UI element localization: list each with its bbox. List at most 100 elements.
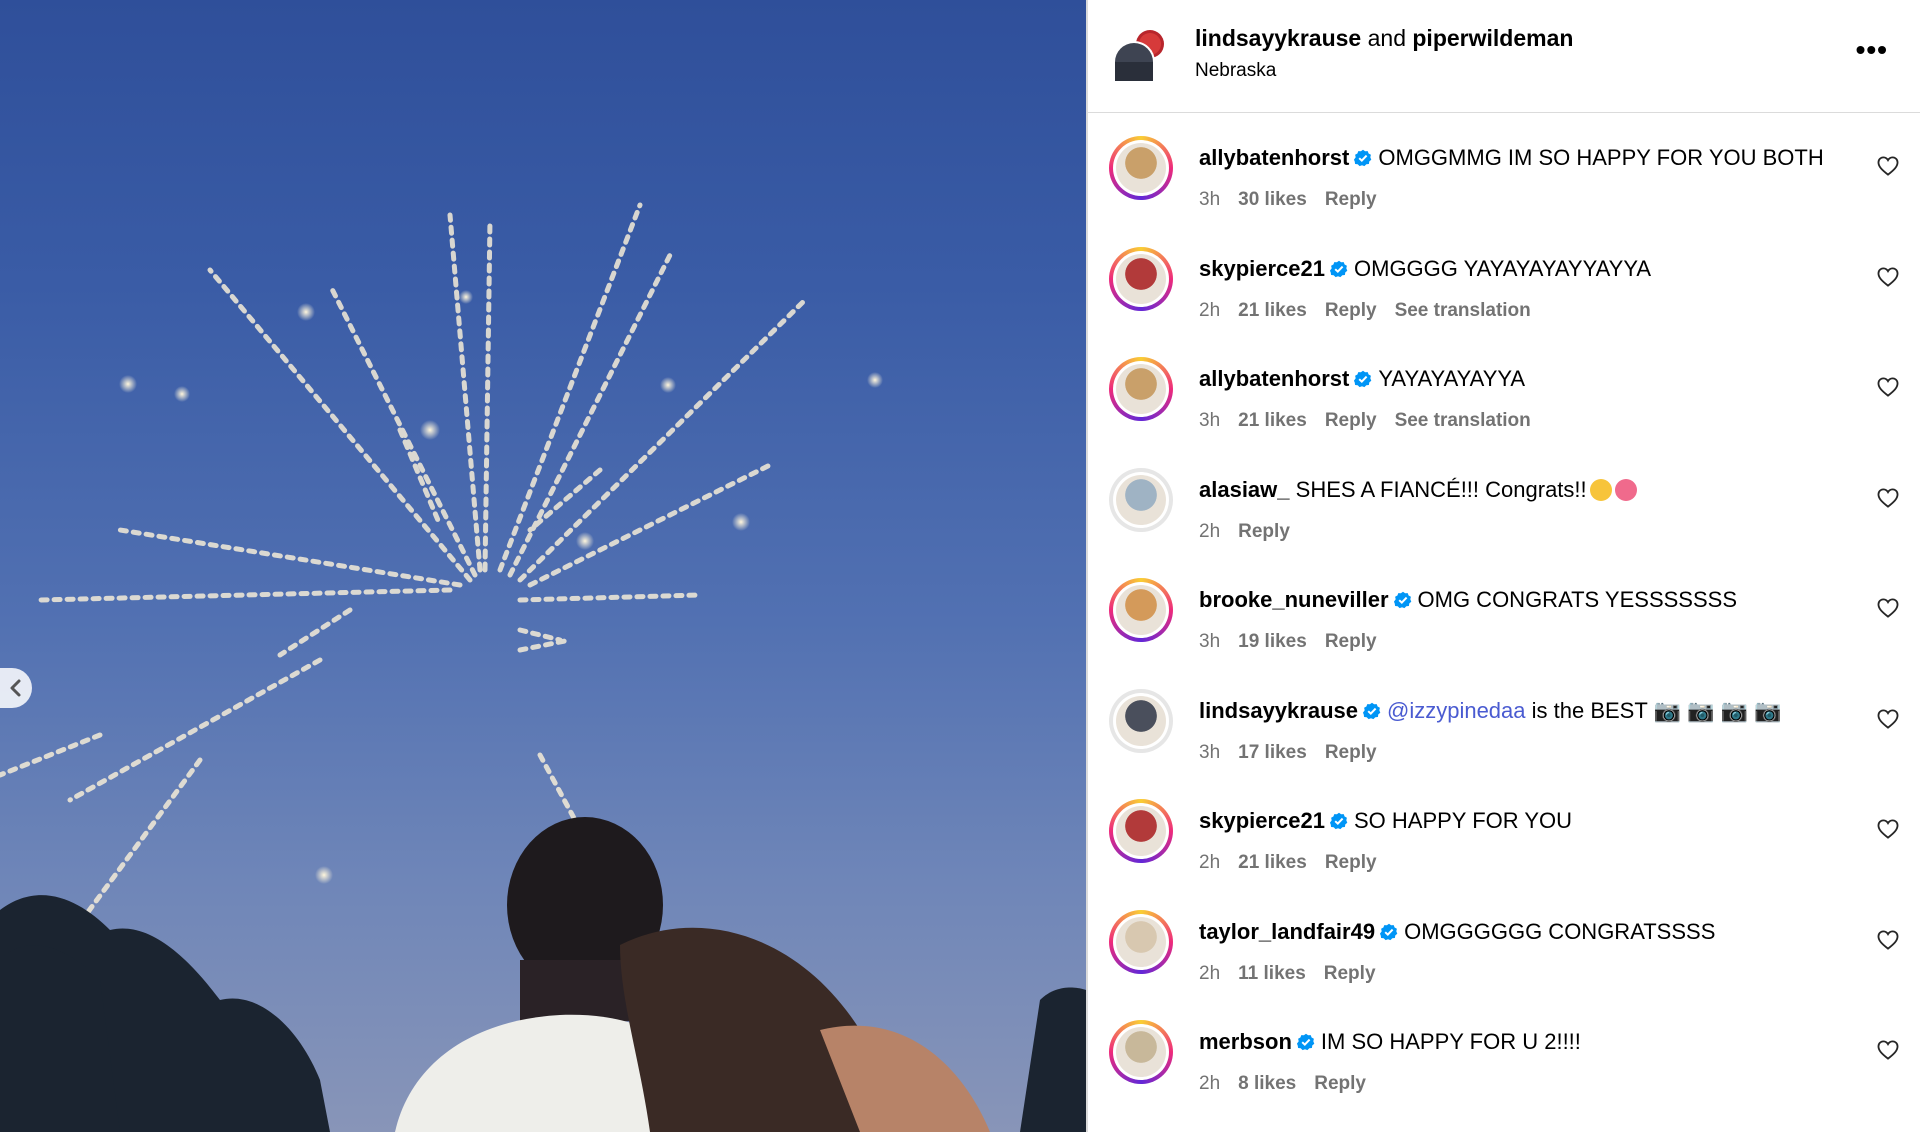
comment-row: skypierce21 OMGGGG YAYAYAYAYYAYYA 2h 21 lik… bbox=[1088, 223, 1920, 334]
comment-meta: 3h 21 likes Reply See translation bbox=[1199, 410, 1549, 432]
author-secondary-link[interactable]: piperwildeman bbox=[1412, 25, 1573, 51]
avatar-frame bbox=[1113, 692, 1169, 749]
comment-time[interactable]: 3h bbox=[1199, 189, 1220, 210]
reply-button[interactable]: Reply bbox=[1325, 410, 1377, 431]
commenter-avatar[interactable] bbox=[1109, 136, 1173, 200]
comment-username[interactable]: allybatenhorst bbox=[1199, 145, 1349, 170]
comment-body: merbson IM SO HAPPY FOR U 2!!!! bbox=[1199, 1029, 1581, 1055]
comment-text: IM SO HAPPY FOR U 2!!!! bbox=[1320, 1029, 1581, 1054]
reply-button[interactable]: Reply bbox=[1325, 300, 1377, 321]
comment-likes[interactable]: 21 likes bbox=[1238, 410, 1307, 431]
comment-likes[interactable]: 21 likes bbox=[1238, 852, 1307, 873]
commenter-avatar[interactable] bbox=[1109, 1020, 1173, 1084]
comment-text: OMGGGGGG CONGRATSSSS bbox=[1404, 918, 1716, 944]
comment-meta: 3h 30 likes Reply bbox=[1199, 189, 1395, 211]
verified-badge-icon bbox=[1330, 812, 1348, 830]
comment-likes[interactable]: 8 likes bbox=[1238, 1073, 1296, 1094]
comment-body: taylor_landfair49 OMGGGGGG CONGRATSSSS bbox=[1199, 919, 1715, 945]
avatar-image bbox=[1116, 695, 1166, 746]
comment-likes[interactable]: 19 likes bbox=[1238, 631, 1307, 652]
comment-username[interactable]: allybatenhorst bbox=[1199, 366, 1349, 391]
comment-text: is the BEST 📷 📷 📷 📷 bbox=[1525, 697, 1782, 723]
reply-button[interactable]: Reply bbox=[1325, 742, 1377, 763]
comment-meta: 2h 11 likes Reply bbox=[1199, 963, 1394, 985]
commenter-avatar[interactable] bbox=[1109, 467, 1173, 532]
smiling-face-emoji bbox=[1589, 478, 1612, 501]
comment-likes[interactable]: 17 likes bbox=[1238, 742, 1307, 763]
commenter-avatar[interactable] bbox=[1109, 688, 1173, 753]
commenter-avatar[interactable] bbox=[1109, 357, 1173, 421]
like-heart-icon[interactable] bbox=[1877, 708, 1899, 729]
avatar-frame bbox=[1113, 361, 1169, 417]
verified-badge-icon bbox=[1296, 1033, 1315, 1051]
comment-text: OMGGGG YAYAYAYAYYAYYA bbox=[1354, 255, 1652, 281]
post-photo[interactable] bbox=[0, 0, 1086, 1132]
comment-username[interactable]: lindsayykrause bbox=[1199, 698, 1358, 723]
collab-avatar[interactable] bbox=[1110, 26, 1168, 84]
comment-body: allybatenhorst YAYAYAYAYYA bbox=[1199, 366, 1525, 392]
reply-button[interactable]: Reply bbox=[1314, 1073, 1366, 1094]
comment-row: taylor_landfair49 OMGGGGGG CONGRATSSSS 2h 1… bbox=[1088, 886, 1920, 997]
reply-button[interactable]: Reply bbox=[1238, 521, 1290, 542]
comment-likes[interactable]: 21 likes bbox=[1238, 300, 1307, 321]
more-options-button[interactable]: ••• bbox=[1856, 36, 1888, 64]
like-heart-icon[interactable] bbox=[1877, 377, 1899, 397]
like-heart-icon[interactable] bbox=[1877, 929, 1899, 950]
reply-button[interactable]: Reply bbox=[1325, 631, 1377, 652]
comment-username[interactable]: skypierce21 bbox=[1199, 808, 1325, 833]
comment-likes[interactable]: 30 likes bbox=[1238, 189, 1307, 210]
reply-button[interactable]: Reply bbox=[1325, 189, 1377, 210]
see-translation-button[interactable]: See translation bbox=[1395, 410, 1531, 431]
comment-meta: 2h 8 likes Reply bbox=[1199, 1073, 1384, 1095]
comment-username[interactable]: taylor_landfair49 bbox=[1199, 919, 1375, 944]
comment-time[interactable]: 2h bbox=[1199, 300, 1220, 321]
comment-body: lindsayykrause @izzypinedaa is the BEST 📷… bbox=[1199, 698, 1781, 724]
avatar-image bbox=[1116, 364, 1166, 414]
like-heart-icon[interactable] bbox=[1877, 819, 1899, 839]
avatar-frame bbox=[1113, 1024, 1169, 1080]
comment-username[interactable]: merbson bbox=[1199, 1029, 1292, 1054]
avatar-image bbox=[1116, 585, 1166, 635]
avatar-image bbox=[1116, 916, 1166, 967]
see-translation-button[interactable]: See translation bbox=[1395, 300, 1531, 321]
comment-body: brooke_nuneviller OMG CONGRATS YESSSSSSS bbox=[1199, 587, 1737, 613]
comment-time[interactable]: 2h bbox=[1199, 521, 1220, 542]
comment-username[interactable]: brooke_nuneviller bbox=[1199, 587, 1389, 612]
reply-button[interactable]: Reply bbox=[1325, 852, 1377, 873]
commenter-avatar[interactable] bbox=[1109, 799, 1173, 863]
commenter-avatar[interactable] bbox=[1109, 578, 1173, 642]
like-heart-icon[interactable] bbox=[1877, 156, 1899, 176]
commenter-avatar[interactable] bbox=[1109, 909, 1173, 974]
comment-body: allybatenhorst OMGGMMG IM SO HAPPY FOR YO… bbox=[1199, 145, 1824, 171]
comment-row: allybatenhorst YAYAYAYAYYA 3h 21 likes Reply… bbox=[1088, 333, 1920, 444]
comment-time[interactable]: 2h bbox=[1199, 1073, 1220, 1094]
avatar-frame bbox=[1113, 582, 1169, 638]
comment-row: alasiaw_ SHES A FIANCÉ!!! Congrats!! 2h Re… bbox=[1088, 444, 1920, 555]
comment-likes[interactable]: 11 likes bbox=[1238, 963, 1306, 984]
like-heart-icon[interactable] bbox=[1877, 1040, 1899, 1060]
comment-row: lindsayykrause @izzypinedaa is the BEST 📷… bbox=[1088, 665, 1920, 776]
comment-meta: 3h 19 likes Reply bbox=[1199, 631, 1395, 653]
like-heart-icon[interactable] bbox=[1877, 266, 1899, 287]
like-heart-icon[interactable] bbox=[1877, 598, 1899, 618]
comment-username[interactable]: alasiaw_ bbox=[1199, 477, 1290, 502]
comment-time[interactable]: 2h bbox=[1199, 963, 1220, 984]
more-icon: ••• bbox=[1855, 34, 1888, 65]
post-viewer: lindsayykrause and piperwildeman Nebrask… bbox=[0, 0, 1920, 1132]
author-primary-link[interactable]: lindsayykrause bbox=[1195, 25, 1361, 51]
heart-face-emoji bbox=[1614, 478, 1637, 501]
comment-time[interactable]: 2h bbox=[1199, 852, 1220, 873]
comment-time[interactable]: 3h bbox=[1199, 631, 1220, 652]
comment-text: OMGGMMG IM SO HAPPY FOR YOU BOTH bbox=[1378, 145, 1824, 170]
comment-username[interactable]: skypierce21 bbox=[1199, 256, 1325, 281]
avatar-image bbox=[1116, 474, 1166, 525]
comment-text: YAYAYAYAYYA bbox=[1378, 366, 1526, 391]
reply-button[interactable]: Reply bbox=[1324, 963, 1376, 984]
comment-time[interactable]: 3h bbox=[1199, 410, 1220, 431]
post-location-link[interactable]: Nebraska bbox=[1195, 60, 1276, 82]
mention-link[interactable]: @izzypinedaa bbox=[1387, 698, 1526, 723]
commenter-avatar[interactable] bbox=[1109, 246, 1173, 311]
comment-text: SO HAPPY FOR YOU bbox=[1354, 808, 1573, 833]
like-heart-icon[interactable] bbox=[1877, 487, 1899, 508]
comment-time[interactable]: 3h bbox=[1199, 742, 1220, 763]
